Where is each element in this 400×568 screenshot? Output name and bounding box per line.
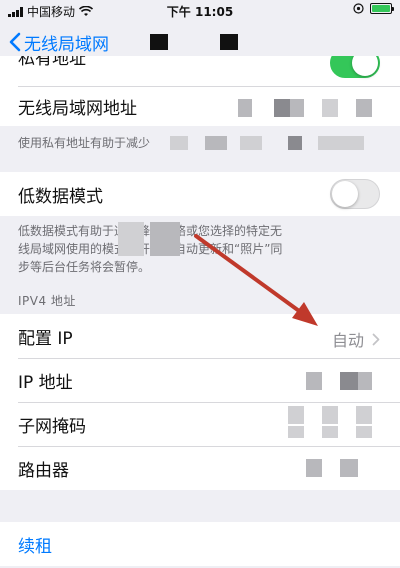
status-bar: 中国移动 下午 11:05	[0, 0, 400, 22]
status-right	[353, 3, 394, 14]
redacted-value	[322, 406, 338, 424]
redacted-value	[322, 426, 338, 438]
redacted-text	[205, 136, 227, 150]
ip-address-row: IP 地址	[0, 358, 400, 402]
redacted-value	[306, 459, 322, 477]
wlan-address-row: 无线局域网地址	[0, 86, 400, 126]
redacted-text	[118, 222, 144, 256]
router-label: 路由器	[18, 460, 69, 481]
redacted-value	[340, 372, 358, 390]
wlan-address-label: 无线局域网地址	[18, 98, 137, 119]
redacted-text	[150, 222, 180, 256]
back-button-overlay[interactable]: 无线局域网	[0, 30, 109, 55]
low-data-toggle[interactable]	[330, 179, 380, 209]
redacted-text	[170, 136, 188, 150]
redacted-value	[356, 406, 372, 424]
redacted-value	[356, 99, 372, 117]
redacted-value	[290, 99, 304, 117]
low-data-label: 低数据模式	[18, 186, 103, 207]
redacted-value	[356, 426, 372, 438]
low-data-row: 低数据模式	[0, 172, 400, 216]
footnote-line: 步等后台任务将会暂停。	[18, 260, 151, 274]
redacted-value	[238, 99, 252, 117]
redacted-text	[288, 136, 302, 150]
ip-address-label: IP 地址	[18, 372, 73, 393]
renew-lease-label: 续租	[18, 536, 52, 557]
configure-ip-label: 配置 IP	[18, 328, 73, 349]
back-label: 无线局域网	[24, 34, 109, 55]
redacted-value	[340, 459, 358, 477]
battery-icon	[370, 3, 394, 14]
low-data-footnote: 低数据模式有助于通过蜂窝网络或您选择的特定无 线局域网使用的模式打开时，自动更新…	[18, 222, 383, 276]
subnet-mask-row: 子网掩码	[0, 402, 400, 446]
router-row: 路由器	[0, 446, 400, 490]
redacted-value	[322, 99, 338, 117]
configure-ip-row[interactable]: 配置 IP 自动	[0, 314, 400, 358]
redaction-block	[220, 34, 238, 50]
redacted-value	[274, 99, 290, 117]
chevron-right-icon	[372, 333, 380, 345]
ipv4-section-header: IPV4 地址	[18, 294, 76, 308]
nav-bar-overlay: 无线局域网	[0, 22, 400, 62]
redacted-value	[288, 426, 304, 438]
renew-lease-button[interactable]: 续租	[0, 522, 400, 566]
redacted-value	[358, 372, 372, 390]
redaction-block	[150, 34, 168, 50]
footnote-line: 线局域网使用的模式打开时，自动更新和“照片”同	[18, 240, 383, 258]
footnote-text: 使用私有地址有助于减少	[18, 136, 151, 150]
configure-ip-value: 自动	[332, 327, 380, 351]
subnet-mask-label: 子网掩码	[18, 416, 86, 437]
chevron-left-icon	[9, 32, 21, 52]
redacted-text	[240, 136, 262, 150]
footnote-line: 低数据模式有助于通过蜂窝网络或您选择的特定无	[18, 222, 383, 240]
divider	[18, 86, 400, 87]
redacted-text	[318, 136, 364, 150]
configure-ip-mode: 自动	[331, 331, 364, 350]
redacted-value	[306, 372, 322, 390]
location-icon	[353, 3, 364, 14]
status-time: 下午 11:05	[166, 5, 234, 19]
redacted-value	[288, 406, 304, 424]
